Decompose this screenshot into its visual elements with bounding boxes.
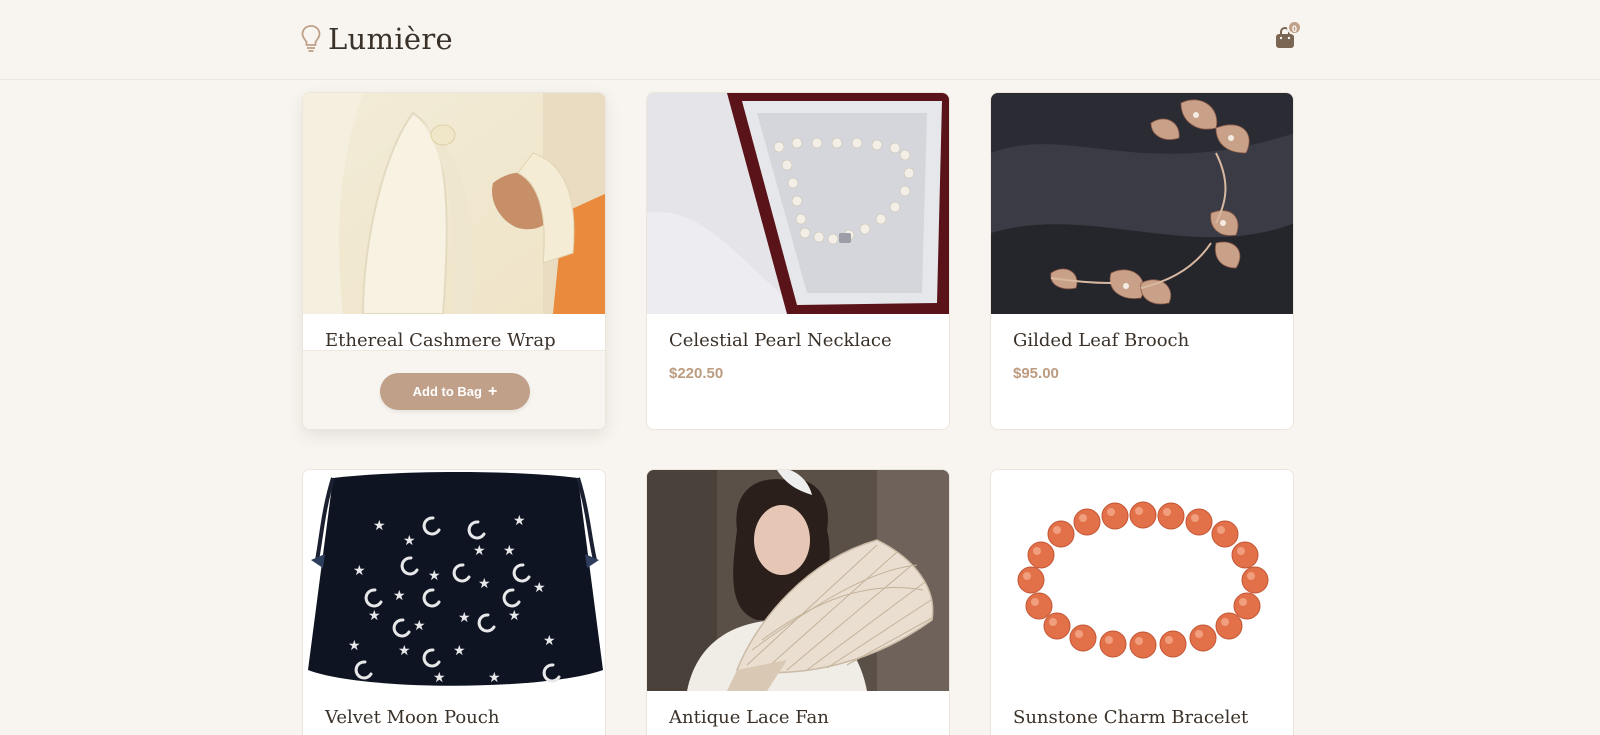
svg-text:★: ★ [458,610,471,626]
brand-logo[interactable]: Lumière [300,22,453,56]
product-price: $220.50 [669,365,724,382]
product-card[interactable]: ★ ★ ★ ★ ★ ★ ★ ★ ★ ★ ★ ★ ★ ★ ★ ★ ★ ★ ★ ★ Velvet Moon Pouc… [302,469,606,735]
product-card[interactable]: Gilded Leaf Brooch $95.00 [990,92,1294,430]
svg-text:★: ★ [393,588,406,604]
svg-text:★: ★ [433,670,446,686]
svg-text:★: ★ [453,643,466,659]
svg-text:★: ★ [353,563,366,579]
svg-text:★: ★ [543,633,556,649]
brand-name: Lumière [328,22,453,56]
product-title[interactable]: Ethereal Cashmere Wrap [325,330,556,351]
svg-text:★: ★ [513,513,526,529]
product-image[interactable] [991,93,1293,314]
cart-count-badge: 0 [1287,20,1302,35]
product-image[interactable] [647,470,949,691]
svg-text:★: ★ [428,568,441,584]
lightbulb-icon [301,25,321,52]
svg-text:★: ★ [508,608,521,624]
svg-text:★: ★ [403,533,416,549]
svg-text:★: ★ [488,670,501,686]
product-card[interactable]: Ethereal Cashmere Wrap Add to Bag + [302,92,606,430]
svg-text:★: ★ [478,576,491,592]
product-image[interactable] [647,93,949,314]
svg-text:★: ★ [373,518,386,534]
product-title[interactable]: Velvet Moon Pouch [325,707,499,728]
svg-text:★: ★ [398,643,411,659]
product-title[interactable]: Celestial Pearl Necklace [669,330,892,351]
product-card[interactable]: Sunstone Charm Bracelet [990,469,1294,735]
svg-text:★: ★ [473,543,486,559]
svg-text:★: ★ [413,618,426,634]
product-title[interactable]: Sunstone Charm Bracelet [1013,707,1248,728]
product-card[interactable]: Celestial Pearl Necklace $220.50 [646,92,950,430]
site-header: Lumière 0 [0,0,1600,80]
svg-text:★: ★ [503,543,516,559]
product-price: $95.00 [1013,365,1059,382]
add-to-bag-label: Add to Bag [412,384,482,399]
product-card[interactable]: Antique Lace Fan [646,469,950,735]
product-title[interactable]: Antique Lace Fan [669,707,829,728]
plus-icon: + [487,382,498,400]
product-image[interactable] [303,93,605,314]
add-to-bag-button[interactable]: Add to Bag + [380,373,530,410]
product-image[interactable]: ★ ★ ★ ★ ★ ★ ★ ★ ★ ★ ★ ★ ★ ★ ★ ★ ★ ★ ★ ★ [303,470,605,691]
cart-button[interactable]: 0 [1274,20,1304,52]
svg-text:★: ★ [348,638,361,654]
product-image[interactable] [991,470,1293,691]
svg-text:★: ★ [368,608,381,624]
product-title[interactable]: Gilded Leaf Brooch [1013,330,1189,351]
add-to-bag-overlay: Add to Bag + [303,350,605,429]
svg-text:★: ★ [533,580,546,596]
